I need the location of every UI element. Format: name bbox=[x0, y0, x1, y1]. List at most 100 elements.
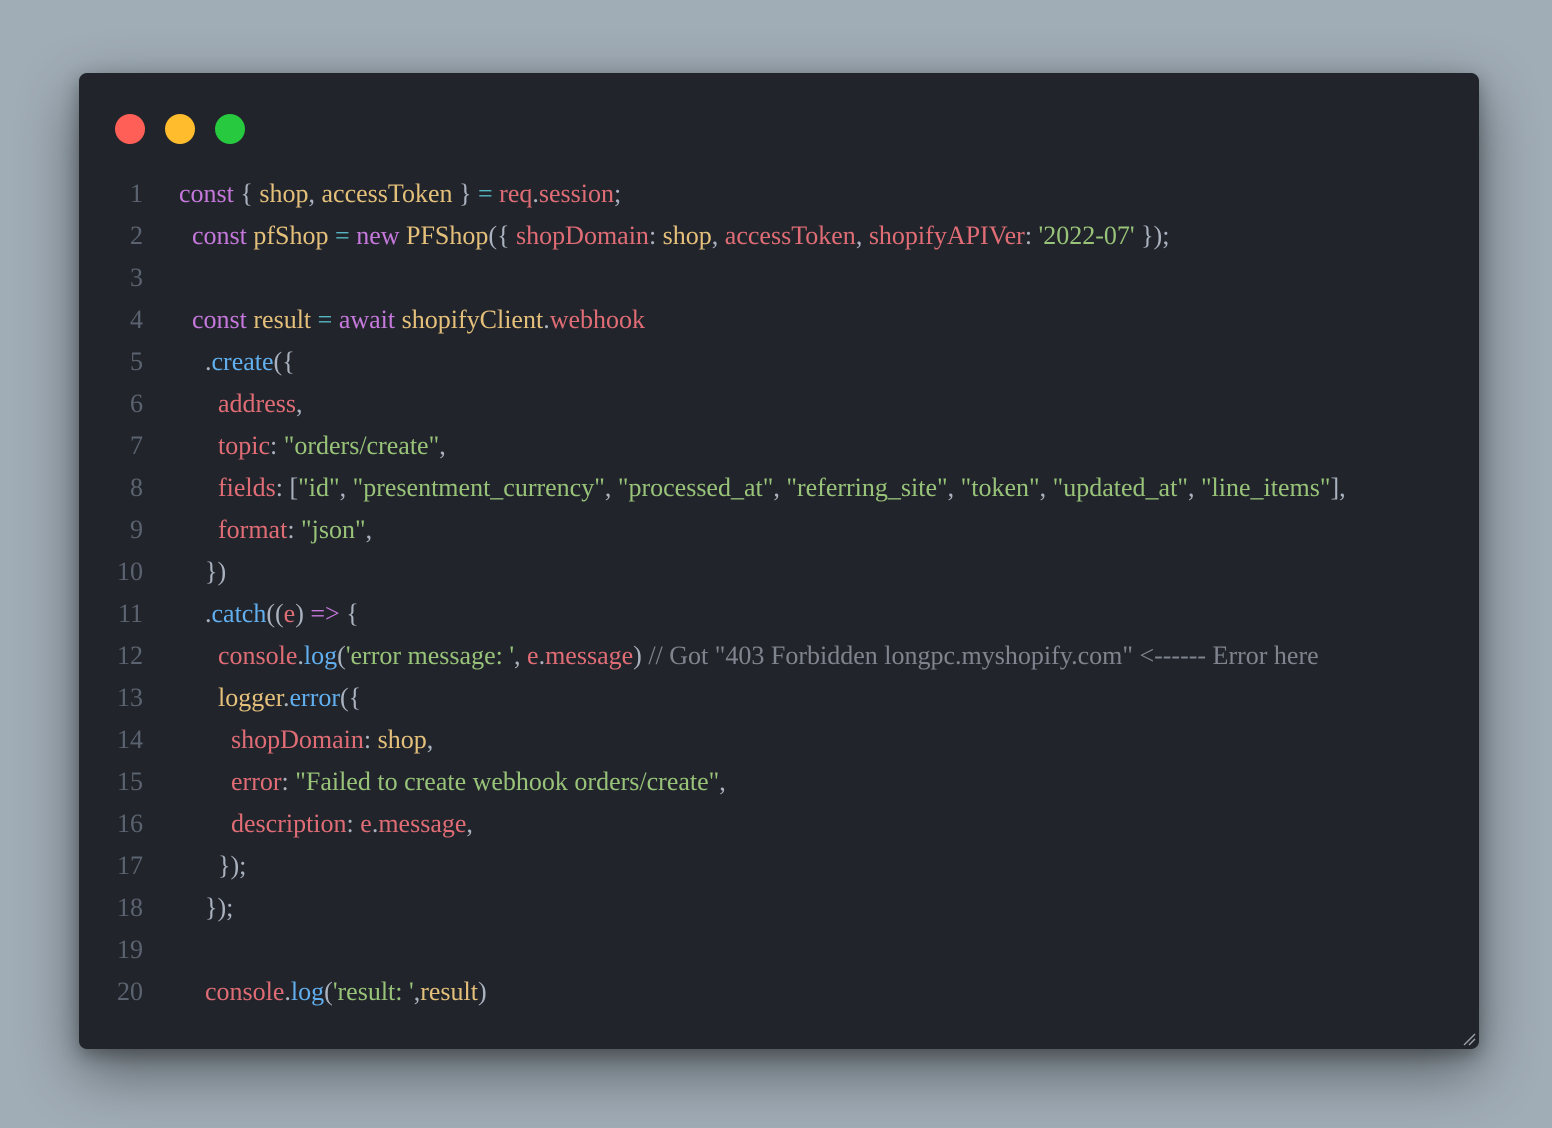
code-token: ({ bbox=[488, 221, 517, 250]
line-number: 6 bbox=[130, 389, 143, 418]
code-token: { bbox=[233, 179, 260, 208]
code-token: : bbox=[281, 767, 296, 796]
code-text: address, bbox=[179, 383, 302, 425]
code-token: address bbox=[218, 389, 296, 418]
code-line: 11 .catch((e) => { bbox=[79, 593, 1479, 635]
line-number: 14 bbox=[117, 725, 143, 754]
code-token: }); bbox=[1134, 221, 1170, 250]
code-token: ) bbox=[477, 977, 487, 1006]
line-number: 10 bbox=[117, 557, 143, 586]
code-token: 'result: ' bbox=[332, 977, 414, 1006]
code-text: .create({ bbox=[179, 341, 295, 383]
code-token: "orders/create" bbox=[283, 431, 440, 460]
line-number: 7 bbox=[130, 431, 143, 460]
code-text: }) bbox=[179, 551, 226, 593]
code-token: : bbox=[648, 221, 663, 250]
code-line: 3 bbox=[79, 257, 1479, 299]
code-text: error: "Failed to create webhook orders/… bbox=[179, 761, 726, 803]
code-token: ({ bbox=[340, 683, 362, 712]
close-button[interactable] bbox=[115, 114, 145, 144]
minimize-button[interactable] bbox=[165, 114, 195, 144]
code-token: result bbox=[253, 305, 312, 334]
code-token: } bbox=[452, 179, 478, 208]
code-token: : bbox=[1024, 221, 1039, 250]
code-token: ) bbox=[295, 599, 311, 628]
code-token: , bbox=[711, 221, 725, 250]
code-text: .catch((e) => { bbox=[179, 593, 359, 635]
line-number: 4 bbox=[130, 305, 143, 334]
line-number: 18 bbox=[117, 893, 143, 922]
code-token: "Failed to create webhook orders/create" bbox=[295, 767, 720, 796]
code-token: ({ bbox=[273, 347, 295, 376]
code-text: fields: ["id", "presentment_currency", "… bbox=[179, 467, 1346, 509]
line-number: 1 bbox=[130, 179, 143, 208]
code-token: '2022-07' bbox=[1038, 221, 1135, 250]
code-token: format bbox=[218, 515, 288, 544]
code-token: "updated_at" bbox=[1052, 473, 1188, 502]
code-token: fields bbox=[218, 473, 276, 502]
code-text: }); bbox=[179, 845, 246, 887]
code-token: , bbox=[855, 221, 869, 250]
code-token: , bbox=[295, 389, 303, 418]
code-token: = bbox=[317, 305, 333, 334]
code-line: 1 const { shop, accessToken } = req.sessi… bbox=[79, 173, 1479, 215]
code-line: 13 logger.error({ bbox=[79, 677, 1479, 719]
code-line: 18 }); bbox=[79, 887, 1479, 929]
code-text: format: "json", bbox=[179, 509, 372, 551]
code-token: , bbox=[1187, 473, 1201, 502]
code-token: e bbox=[283, 599, 296, 628]
code-token: ; bbox=[614, 179, 622, 208]
line-number: 11 bbox=[117, 599, 143, 628]
code-token: error bbox=[289, 683, 341, 712]
code-token: , bbox=[439, 431, 446, 460]
code-token: , bbox=[719, 767, 726, 796]
code-token: "presentment_currency" bbox=[352, 473, 605, 502]
code-token: }) bbox=[205, 557, 227, 586]
code-token: => bbox=[310, 599, 340, 628]
code-line: 6 address, bbox=[79, 383, 1479, 425]
code-block[interactable]: 1 const { shop, accessToken } = req.sessi… bbox=[79, 173, 1479, 1013]
code-token: "processed_at" bbox=[617, 473, 774, 502]
line-number: 19 bbox=[117, 935, 143, 964]
code-token: shop bbox=[259, 179, 309, 208]
code-token: , bbox=[773, 473, 787, 502]
code-token: , bbox=[947, 473, 961, 502]
code-token: result bbox=[420, 977, 478, 1006]
code-token: : bbox=[270, 431, 284, 460]
maximize-button[interactable] bbox=[215, 114, 245, 144]
code-line: 14 shopDomain: shop, bbox=[79, 719, 1479, 761]
code-line: 5 .create({ bbox=[79, 341, 1479, 383]
line-number: 9 bbox=[130, 515, 143, 544]
code-token: : bbox=[287, 515, 302, 544]
code-token: = bbox=[478, 179, 493, 208]
code-token: , bbox=[604, 473, 618, 502]
line-number: 2 bbox=[130, 221, 143, 250]
code-token: e bbox=[360, 809, 372, 838]
resize-handle-icon[interactable] bbox=[1462, 1032, 1476, 1046]
code-token: shopDomain bbox=[231, 725, 364, 754]
code-line: 8 fields: ["id", "presentment_currency",… bbox=[79, 467, 1479, 509]
code-token: e bbox=[527, 641, 539, 670]
code-line: 17 }); bbox=[79, 845, 1479, 887]
code-text: const result = await shopifyClient.webho… bbox=[179, 299, 645, 341]
code-token: topic bbox=[218, 431, 270, 460]
code-token: shopifyAPIVer bbox=[868, 221, 1025, 250]
code-token: "json" bbox=[301, 515, 366, 544]
code-token: const bbox=[192, 221, 247, 250]
code-text: logger.error({ bbox=[179, 677, 361, 719]
code-token: "id" bbox=[298, 473, 340, 502]
code-line: 2 const pfShop = new PFShop({ shopDomain… bbox=[79, 215, 1479, 257]
code-token: { bbox=[339, 599, 359, 628]
code-text: const { shop, accessToken } = req.sessio… bbox=[179, 173, 621, 215]
code-line: 9 format: "json", bbox=[79, 509, 1479, 551]
